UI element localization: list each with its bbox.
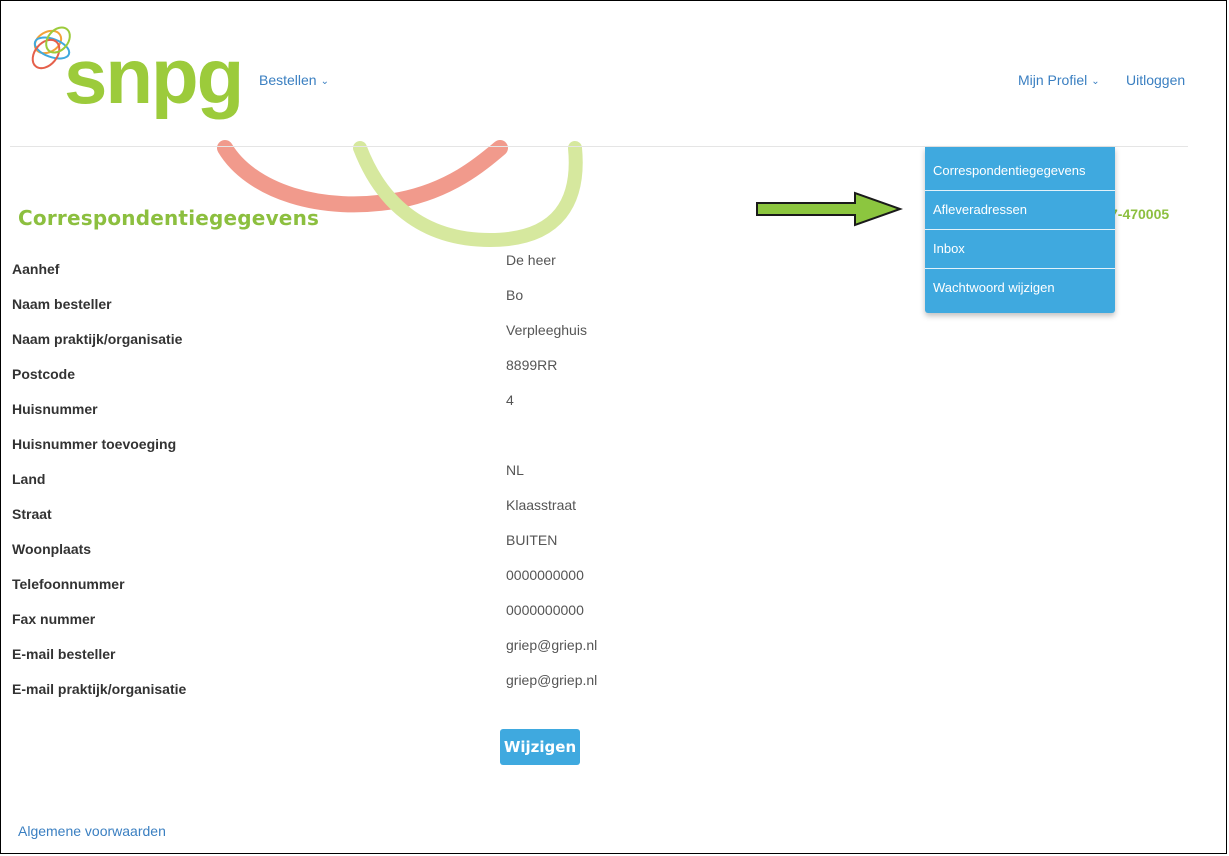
- page-title: Correspondentiegegevens: [18, 206, 320, 230]
- field-label: Aanhef: [12, 261, 60, 277]
- field-row: Straat Klaasstraat: [12, 497, 712, 532]
- field-label: Postcode: [12, 366, 76, 382]
- field-label: E-mail praktijk/organisatie: [12, 681, 187, 697]
- field-value: De heer: [506, 252, 556, 268]
- menu-item-correspondentiegegevens[interactable]: Correspondentiegegevens: [925, 152, 1115, 190]
- nav-uitloggen[interactable]: Uitloggen: [1126, 72, 1185, 88]
- nav-bestellen-label[interactable]: Bestellen: [259, 72, 317, 88]
- field-value: 4: [506, 392, 514, 408]
- field-row: Land NL: [12, 462, 712, 497]
- field-label: Huisnummer toevoeging: [12, 436, 177, 452]
- field-label: Land: [12, 471, 46, 487]
- field-row: Fax nummer 0000000000: [12, 602, 712, 637]
- field-row: Aanhef De heer: [12, 252, 712, 287]
- chevron-down-icon: ⌄: [320, 76, 329, 87]
- field-value: 8899RR: [506, 357, 558, 373]
- field-label: E-mail besteller: [12, 646, 116, 662]
- nav-mijn-profiel-label[interactable]: Mijn Profiel: [1018, 72, 1087, 88]
- menu-item-inbox[interactable]: Inbox: [925, 230, 1115, 268]
- field-value: 0000000000: [506, 567, 584, 583]
- chevron-down-icon: ⌄: [1091, 76, 1100, 87]
- green-arrow-icon: [756, 191, 903, 227]
- field-row: Naam praktijk/organisatie Verpleeghuis: [12, 322, 712, 357]
- phone-number-partial: 7-470005: [1110, 206, 1170, 222]
- field-row: Huisnummer 4: [12, 392, 712, 427]
- field-value: 0000000000: [506, 602, 584, 618]
- field-label: Huisnummer: [12, 401, 98, 417]
- field-value: Verpleeghuis: [506, 322, 587, 338]
- menu-item-afleveradressen[interactable]: Afleveradressen: [925, 191, 1115, 229]
- terms-link[interactable]: Algemene voorwaarden: [18, 823, 166, 839]
- field-value: griep@griep.nl: [506, 637, 598, 653]
- nav-bestellen[interactable]: Bestellen ⌄: [259, 72, 329, 88]
- field-row: Telefoonnummer 0000000000: [12, 567, 712, 602]
- field-label: Straat: [12, 506, 52, 522]
- wijzigen-button[interactable]: Wijzigen: [500, 729, 580, 765]
- field-value: griep@griep.nl: [506, 672, 598, 688]
- field-row: E-mail praktijk/organisatie griep@griep.…: [12, 672, 712, 707]
- field-row: E-mail besteller griep@griep.nl: [12, 637, 712, 672]
- field-row: Huisnummer toevoeging: [12, 427, 712, 462]
- field-label: Naam besteller: [12, 296, 112, 312]
- nav-mijn-profiel[interactable]: Mijn Profiel ⌄: [1018, 72, 1100, 88]
- field-value: NL: [506, 462, 524, 478]
- logo-text[interactable]: snpg: [64, 37, 244, 115]
- field-row: Woonplaats BUITEN: [12, 532, 712, 567]
- field-row: Postcode 8899RR: [12, 357, 712, 392]
- profile-dropdown-menu: Correspondentiegegevens Afleveradressen …: [925, 147, 1115, 313]
- menu-item-wachtwoord-wijzigen[interactable]: Wachtwoord wijzigen: [925, 269, 1115, 307]
- field-label: Naam praktijk/organisatie: [12, 331, 183, 347]
- field-row: Naam besteller Bo: [12, 287, 712, 322]
- field-label: Woonplaats: [12, 541, 92, 557]
- field-label: Telefoonnummer: [12, 576, 125, 592]
- field-value: Bo: [506, 287, 524, 303]
- field-label: Fax nummer: [12, 611, 96, 627]
- field-value: BUITEN: [506, 532, 558, 548]
- field-value: Klaasstraat: [506, 497, 577, 513]
